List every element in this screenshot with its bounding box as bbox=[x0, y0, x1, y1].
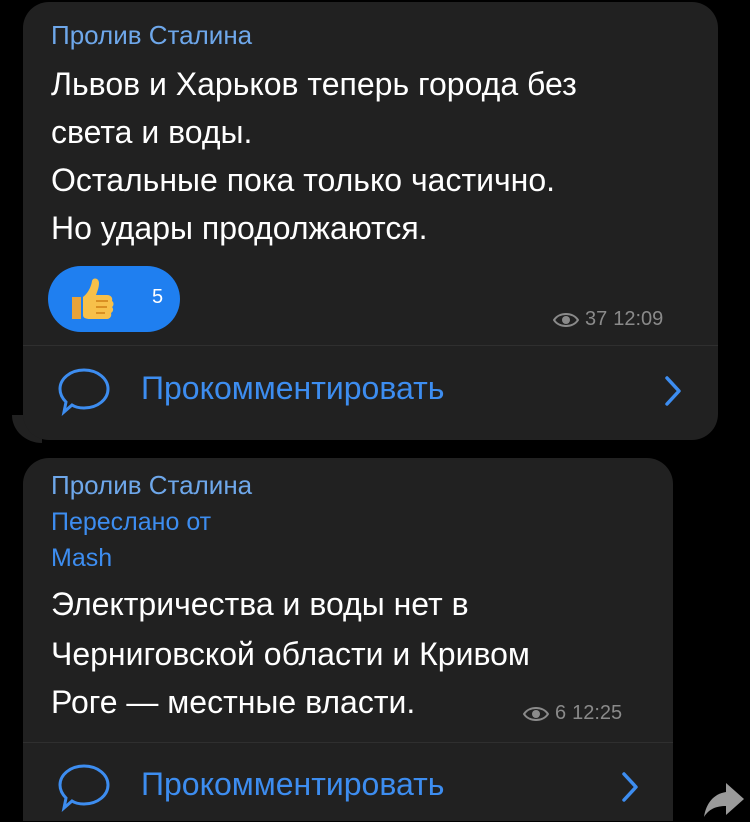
reaction-button[interactable]: 5 bbox=[48, 266, 180, 332]
message-text-line: Остальные пока только частично. bbox=[51, 162, 556, 198]
comment-bubble-icon bbox=[58, 368, 110, 416]
eye-icon bbox=[523, 706, 549, 721]
thumbs-up-icon bbox=[72, 278, 114, 319]
comment-button[interactable]: Прокомментировать bbox=[23, 356, 718, 426]
comment-button[interactable]: Прокомментировать bbox=[23, 752, 673, 822]
chevron-right-icon bbox=[622, 772, 638, 802]
view-count: 6 bbox=[555, 702, 567, 724]
sender-name[interactable]: Пролив Сталина bbox=[51, 20, 252, 51]
view-count: 37 bbox=[585, 308, 608, 330]
forwarded-label: Переслано от bbox=[51, 508, 212, 536]
sender-name[interactable]: Пролив Сталина bbox=[51, 470, 252, 501]
message-text-line: Но удары продолжаются. bbox=[51, 210, 428, 246]
comment-label: Прокомментировать bbox=[141, 766, 445, 802]
message-text-line: Роге — местные власти. bbox=[51, 684, 416, 720]
message-text-line: Черниговской области и Кривом bbox=[51, 636, 530, 672]
message-time: 12:09 bbox=[613, 308, 664, 330]
forwarded-source[interactable]: Mash bbox=[51, 544, 112, 573]
message-time: 12:25 bbox=[572, 702, 623, 724]
message-meta: 6 12:25 bbox=[523, 702, 622, 725]
eye-icon bbox=[553, 312, 579, 327]
reaction-count: 5 bbox=[152, 286, 164, 308]
message-bubble[interactable]: Пролив Сталина Переслано от Mash Электри… bbox=[23, 458, 673, 821]
message-text-line: Львов и Харьков теперь города без bbox=[51, 66, 577, 102]
message-meta: 37 12:09 bbox=[553, 308, 663, 331]
comment-label: Прокомментировать bbox=[141, 370, 445, 406]
divider bbox=[23, 345, 718, 346]
message-text-line: света и воды. bbox=[51, 114, 253, 150]
comment-bubble-icon bbox=[58, 764, 110, 812]
message-bubble[interactable]: Пролив Сталина Львов и Харьков теперь го… bbox=[23, 2, 718, 440]
share-forward-icon[interactable] bbox=[700, 777, 748, 821]
message-text-line: Электричества и воды нет в bbox=[51, 586, 469, 622]
chevron-right-icon bbox=[665, 376, 681, 406]
divider bbox=[23, 742, 673, 743]
